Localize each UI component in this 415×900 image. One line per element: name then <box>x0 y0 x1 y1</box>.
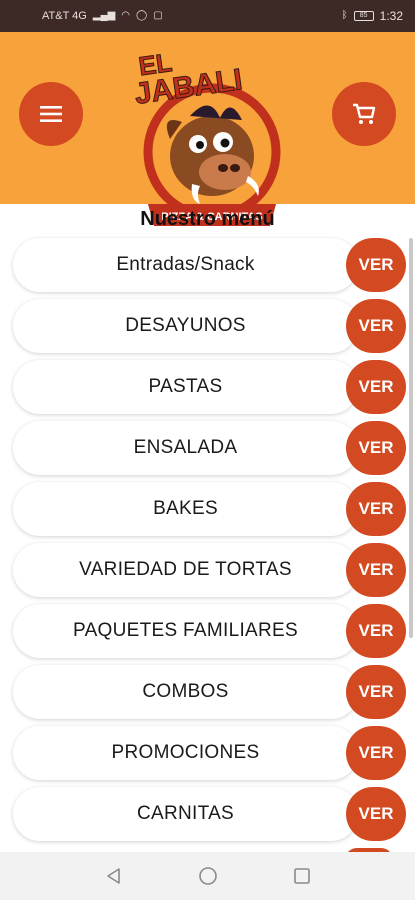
ver-button[interactable]: VER <box>346 421 406 475</box>
menu-row[interactable]: PASTAS VER <box>13 360 406 414</box>
ver-button[interactable]: VER <box>346 787 406 841</box>
ver-button[interactable]: VER <box>346 543 406 597</box>
wifi-icon: ◠ <box>121 10 131 21</box>
cart-icon <box>353 103 376 124</box>
ver-button[interactable]: VER <box>346 604 406 658</box>
nav-back-button[interactable] <box>102 864 126 888</box>
system-nav-bar <box>0 852 415 900</box>
menu-item-label[interactable]: ENSALADA <box>13 421 358 475</box>
menu-item-label[interactable]: DESAYUNOS <box>13 299 358 353</box>
status-bar: AT&T 4G ▂▄▆ ◠ ◯ ▢ ᛒ 85 1:32 <box>0 0 415 32</box>
ver-button[interactable]: VER <box>346 238 406 292</box>
menu-row[interactable]: VARIEDAD DE TORTAS VER <box>13 543 406 597</box>
app-header: EL JABALI PIZZA & CARNITAS <box>0 32 415 226</box>
menu-item-label[interactable]: COMBOS <box>13 665 358 719</box>
menu-row[interactable]: COMBOS VER <box>13 665 406 719</box>
whatsapp-icon: ◯ <box>136 10 148 21</box>
nav-recents-button[interactable] <box>290 864 314 888</box>
menu-button[interactable] <box>19 82 83 146</box>
ver-button[interactable]: VER <box>346 360 406 414</box>
instagram-icon: ▢ <box>153 10 163 21</box>
menu-row[interactable]: CARNITAS VER <box>13 787 406 841</box>
menu-item-label[interactable]: BAKES <box>13 482 358 536</box>
ver-button[interactable]: VER <box>346 299 406 353</box>
menu-item-label[interactable]: VARIEDAD DE TORTAS <box>13 543 358 597</box>
menu-row[interactable]: ENSALADA VER <box>13 421 406 475</box>
page-title: Nuestro menú <box>140 208 275 230</box>
menu-item-label[interactable]: Entradas/Snack <box>13 238 358 292</box>
menu-row[interactable]: BAKES VER <box>13 482 406 536</box>
signal-icon: ▂▄▆ <box>92 10 116 21</box>
nav-home-button[interactable] <box>196 864 220 888</box>
back-triangle-icon <box>106 868 120 884</box>
menu-list: Entradas/Snack VER DESAYUNOS VER PASTAS … <box>0 236 415 852</box>
ver-button[interactable]: VER <box>346 482 406 536</box>
home-circle-icon <box>198 867 217 885</box>
menu-item-label[interactable]: PASTAS <box>13 360 358 414</box>
hamburger-icon <box>40 106 62 122</box>
menu-item-label[interactable]: CARNITAS <box>13 787 358 841</box>
el-jabali-logo: EL JABALI PIZZA & CARNITAS <box>130 44 290 234</box>
menu-item-label[interactable]: PAQUETES FAMILIARES <box>13 604 358 658</box>
recents-square-icon <box>293 868 310 884</box>
cart-button[interactable] <box>332 82 396 146</box>
clock: 1:32 <box>379 9 403 23</box>
carrier-label: AT&T 4G <box>42 10 87 22</box>
scrollbar[interactable] <box>409 238 413 638</box>
menu-row[interactable]: Entradas/Snack VER <box>13 238 406 292</box>
menu-item-label[interactable]: PROMOCIONES <box>13 726 358 780</box>
menu-row[interactable]: PROMOCIONES VER <box>13 726 406 780</box>
ver-button[interactable]: VER <box>346 665 406 719</box>
menu-row[interactable]: DESAYUNOS VER <box>13 299 406 353</box>
menu-row[interactable]: PAQUETES FAMILIARES VER <box>13 604 406 658</box>
bluetooth-icon: ᛒ <box>341 10 348 21</box>
battery-icon: 85 <box>353 11 374 21</box>
ver-button[interactable]: VER <box>346 726 406 780</box>
